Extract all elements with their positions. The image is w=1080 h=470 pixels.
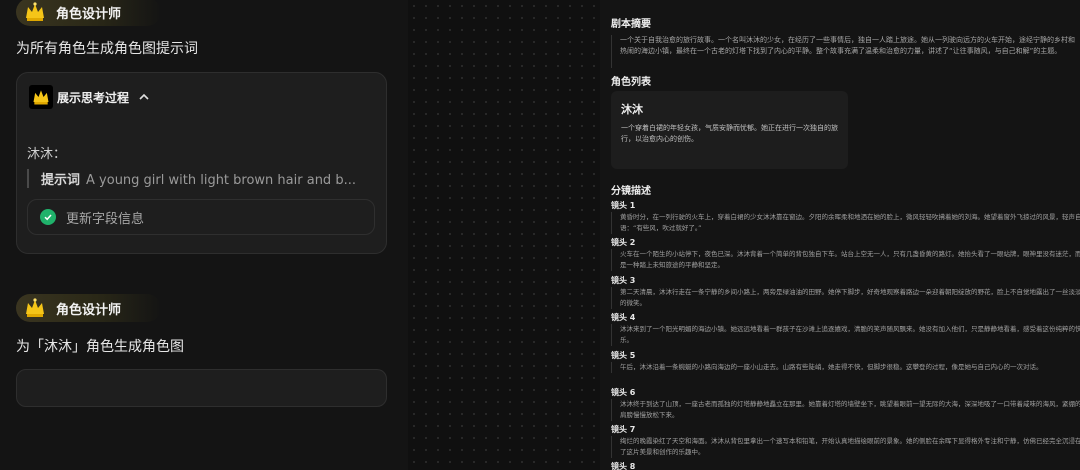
script-document: 剧本摘要 一个关于自我治愈的旅行故事。一个名叫沐沐的少女，在经历了一些事情后，独… (600, 0, 1080, 470)
shot-heading: 镜头 8 (611, 462, 636, 470)
crown-avatar-icon (22, 295, 48, 321)
role-badge: 角色设计师 (16, 0, 162, 26)
shot-item: 镜头 2 火车在一个陌生的小站停下，夜色已深。沐沐背着一个简单的背包独自下车。站台… (611, 237, 1080, 271)
role-label: 角色设计师 (56, 302, 122, 318)
shot-description: 第二天清晨，沐沐行走在一条宁静的乡间小路上，两旁是绿油油的田野。她停下脚步，好奇… (611, 287, 1080, 309)
shot-item: 镜头 3 第二天清晨，沐沐行走在一条宁静的乡间小路上，两旁是绿油油的田野。她停下脚… (611, 275, 1080, 309)
shot-description: 沐沐终于到达了山顶，一座古老而孤独的灯塔静静地矗立在那里。她靠着灯塔的墙壁坐下，… (611, 399, 1080, 421)
shot-item: 镜头 5 午后，沐沐沿着一条蜿蜒的小路向海边的一座小山走去。山路有些陡峭，她走得不… (611, 350, 1080, 373)
character-name: 沐沐： (27, 147, 67, 162)
thinking-toggle-label: 展示思考过程 (57, 90, 130, 105)
shot-item: 镜头 1 黄昏时分，在一列行驶的火车上，穿着白裙的少女沐沐靠在窗边。夕阳的余晖柔和… (611, 200, 1080, 234)
shot-item: 镜头 8 (611, 461, 1080, 470)
shot-description: 绚烂的晚霞染红了天空和海面。沐沐从背包里拿出一个速写本和铅笔，开始认真地描绘眼前… (611, 436, 1080, 458)
prompt-value: A young girl with light brown hair and b… (86, 173, 356, 188)
crown-avatar-icon (22, 0, 48, 25)
shot-description: 火车在一个陌生的小站停下，夜色已深。沐沐背着一个简单的背包独自下车。站台上空无一… (611, 249, 1080, 271)
prompt-line: 提示词 A young girl with light brown hair an… (27, 169, 357, 188)
summary-title: 剧本摘要 (611, 19, 651, 30)
thinking-card: 展示思考过程 沐沐： 提示词 A young girl with light br… (16, 72, 387, 254)
shot-description: 黄昏时分，在一列行驶的火车上，穿着白裙的少女沐沐靠在窗边。夕阳的余晖柔和地洒在她… (611, 212, 1080, 234)
shot-description: 午后，沐沐沿着一条蜿蜒的小路向海边的一座小山走去。山路有些陡峭，她走得不快，但脚… (611, 362, 1080, 373)
shot-item: 镜头 6 沐沐终于到达了山顶，一座古老而孤独的灯塔静静地矗立在那里。她靠着灯塔的墙… (611, 387, 1080, 421)
user-prompt: 为「沐沐」角色生成角色图 (16, 339, 184, 355)
shot-heading: 镜头 5 (611, 351, 636, 360)
shot-heading: 镜头 6 (611, 388, 636, 397)
thinking-toggle[interactable]: 展示思考过程 (29, 85, 151, 109)
update-fields-status: 更新字段信息 (27, 199, 375, 235)
chat-panel: 角色设计师 为所有角色生成角色图提示词 展示思考过程 沐沐： 提示词 A youn… (0, 0, 408, 470)
role-label: 角色设计师 (56, 6, 122, 22)
shot-heading: 镜头 4 (611, 313, 636, 322)
shot-heading: 镜头 7 (611, 425, 636, 434)
chevron-up-icon (139, 93, 149, 100)
character-card-name: 沐沐 (621, 103, 643, 116)
update-fields-label: 更新字段信息 (66, 211, 145, 227)
shot-heading: 镜头 3 (611, 276, 636, 285)
user-prompt: 为所有角色生成角色图提示词 (16, 41, 198, 57)
generation-placeholder (16, 369, 387, 407)
prompt-key: 提示词 (41, 173, 81, 188)
crown-avatar-icon (29, 85, 53, 109)
character-card[interactable]: 沐沐 一个穿着白裙的年轻女孩，气质安静而忧郁。她正在进行一次独自的旅行，以治愈内… (611, 91, 848, 169)
shot-item: 镜头 7 绚烂的晚霞染红了天空和海面。沐沐从背包里拿出一个速写本和铅笔，开始认真地… (611, 424, 1080, 458)
character-card-desc: 一个穿着白裙的年轻女孩，气质安静而忧郁。她正在进行一次独自的旅行，以治愈内心的创… (621, 124, 838, 143)
role-badge: 角色设计师 (16, 294, 162, 322)
shot-item: 镜头 4 沐沐来到了一个阳光明媚的海边小镇。她远远地看着一群孩子在沙滩上追逐嬉戏，… (611, 312, 1080, 346)
shot-heading: 镜头 2 (611, 238, 636, 247)
shots-title: 分镜描述 (611, 186, 651, 197)
check-circle-icon (40, 209, 56, 225)
shot-description: 沐沐来到了一个阳光明媚的海边小镇。她远远地看着一群孩子在沙滩上追逐嬉戏，清脆的笑… (611, 324, 1080, 346)
canvas-area[interactable] (408, 0, 600, 470)
roles-title: 角色列表 (611, 77, 651, 88)
summary-text: 一个关于自我治愈的旅行故事。一个名叫沐沐的少女，在经历了一些事情后，独自一人踏上… (611, 35, 1080, 68)
shot-heading: 镜头 1 (611, 201, 636, 210)
